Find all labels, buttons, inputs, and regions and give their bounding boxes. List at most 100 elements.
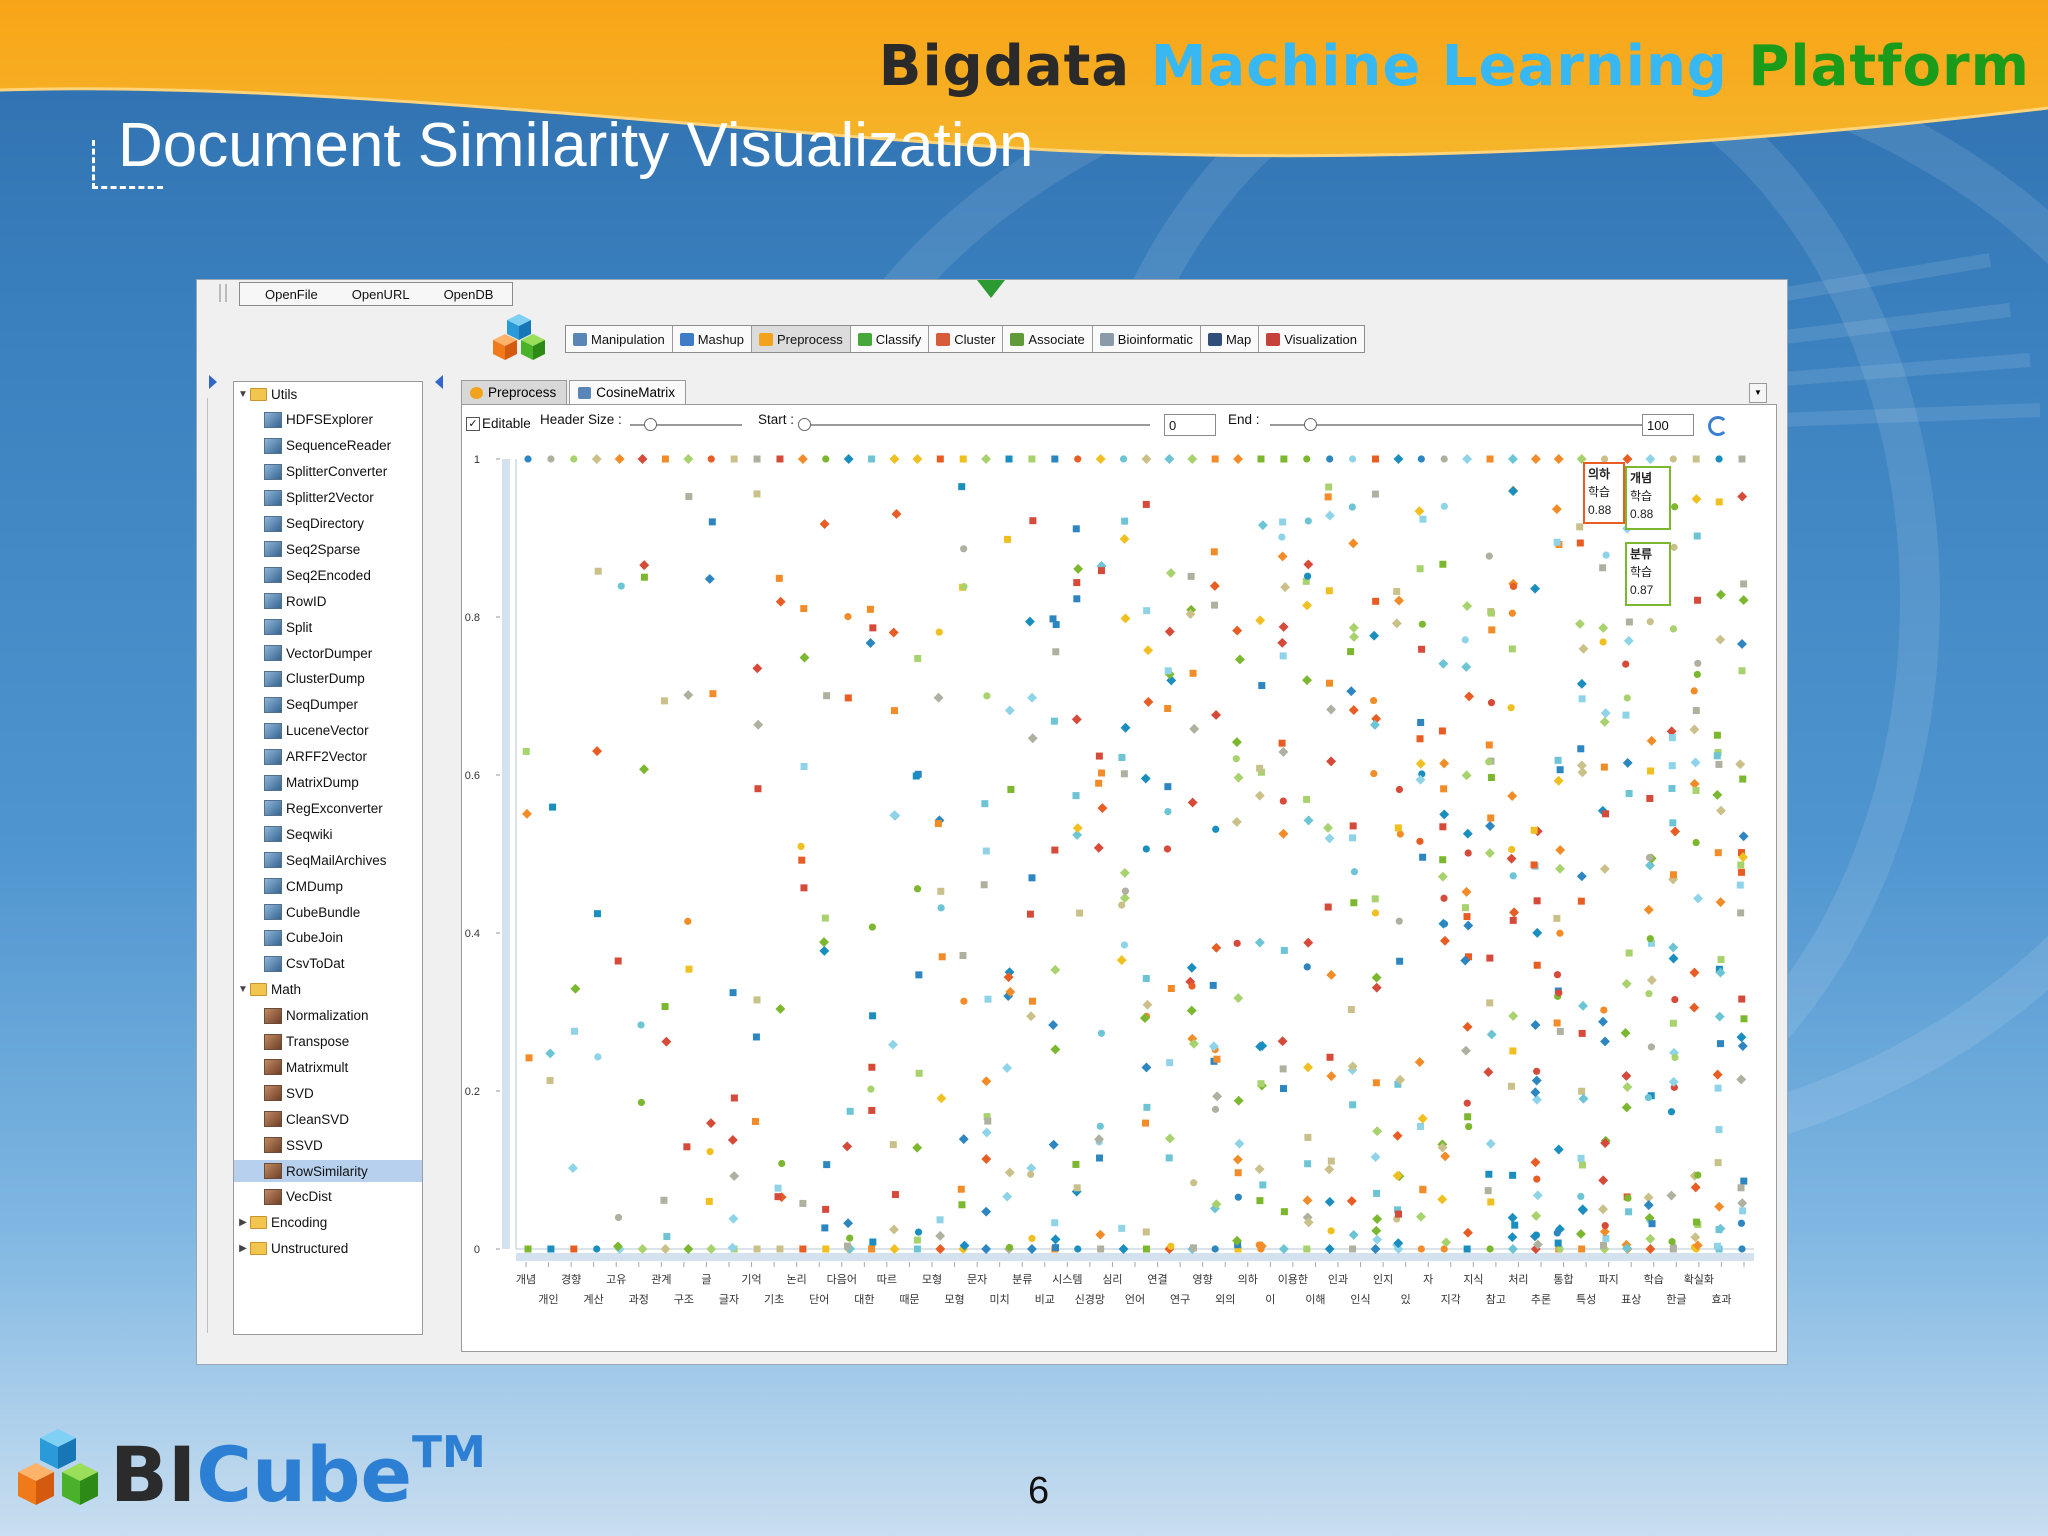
- data-point[interactable]: [1324, 833, 1335, 844]
- data-point[interactable]: [1438, 658, 1449, 669]
- data-point[interactable]: [1555, 845, 1566, 855]
- data-point[interactable]: [868, 923, 876, 931]
- data-point[interactable]: [1027, 1170, 1035, 1178]
- data-point[interactable]: [1669, 819, 1677, 827]
- data-point[interactable]: [957, 1185, 965, 1193]
- data-point[interactable]: [1349, 632, 1359, 642]
- data-point[interactable]: [960, 545, 968, 553]
- data-point[interactable]: [935, 1230, 946, 1241]
- data-point[interactable]: [984, 1117, 992, 1125]
- data-point[interactable]: [1738, 595, 1749, 606]
- data-point[interactable]: [914, 1228, 923, 1236]
- data-point[interactable]: [1740, 1177, 1748, 1185]
- data-point[interactable]: [1097, 1245, 1105, 1253]
- data-point[interactable]: [663, 1233, 671, 1241]
- data-point[interactable]: [1554, 756, 1562, 764]
- data-point[interactable]: [913, 885, 922, 893]
- data-point[interactable]: [1210, 548, 1218, 556]
- data-point[interactable]: [1577, 745, 1585, 753]
- data-point[interactable]: [1026, 1011, 1036, 1022]
- data-point[interactable]: [1623, 694, 1631, 702]
- data-point[interactable]: [640, 573, 648, 581]
- data-point[interactable]: [1277, 637, 1288, 648]
- data-point[interactable]: [1120, 941, 1129, 949]
- toolbar-cluster-button[interactable]: Cluster: [929, 326, 1004, 352]
- data-point[interactable]: [1690, 687, 1698, 695]
- tree-item-csvtodat[interactable]: CsvToDat: [234, 953, 422, 975]
- toolbar-map-button[interactable]: Map: [1201, 326, 1260, 352]
- data-point[interactable]: [1326, 679, 1333, 687]
- tree-item-cmdump[interactable]: CMDump: [234, 875, 422, 897]
- toolbar-associate-button[interactable]: Associate: [1003, 326, 1093, 352]
- data-point[interactable]: [844, 613, 852, 621]
- data-point[interactable]: [1576, 678, 1587, 689]
- data-point[interactable]: [1027, 692, 1038, 703]
- data-point[interactable]: [823, 692, 831, 700]
- data-point[interactable]: [1533, 1067, 1541, 1075]
- data-point[interactable]: [614, 454, 625, 464]
- data-point[interactable]: [888, 627, 899, 638]
- data-point[interactable]: [1166, 1059, 1174, 1067]
- data-point[interactable]: [1349, 1245, 1357, 1253]
- data-point[interactable]: [1324, 1244, 1335, 1254]
- data-point[interactable]: [1487, 699, 1496, 707]
- data-point[interactable]: [1349, 455, 1357, 463]
- data-point[interactable]: [775, 596, 786, 607]
- data-point[interactable]: [1140, 773, 1151, 784]
- data-point[interactable]: [1395, 1210, 1403, 1218]
- tree-item-ssvd[interactable]: SSVD: [234, 1134, 422, 1156]
- data-point[interactable]: [1280, 582, 1291, 593]
- data-point[interactable]: [524, 1245, 532, 1253]
- data-point[interactable]: [1553, 775, 1564, 786]
- data-point[interactable]: [614, 957, 622, 965]
- data-point[interactable]: [1002, 1191, 1013, 1202]
- data-point[interactable]: [1578, 1087, 1586, 1095]
- data-point[interactable]: [1740, 580, 1748, 588]
- data-point[interactable]: [1693, 893, 1704, 904]
- data-point[interactable]: [1714, 1159, 1722, 1167]
- data-point[interactable]: [981, 1244, 992, 1254]
- data-point[interactable]: [1551, 504, 1562, 515]
- data-point[interactable]: [1212, 825, 1220, 833]
- data-point[interactable]: [1164, 807, 1172, 816]
- data-point[interactable]: [1737, 491, 1748, 502]
- data-point[interactable]: [1440, 502, 1449, 510]
- data-point[interactable]: [1346, 686, 1357, 697]
- data-point[interactable]: [752, 1033, 760, 1041]
- data-point[interactable]: [1073, 563, 1084, 574]
- data-point[interactable]: [729, 989, 737, 997]
- data-point[interactable]: [1735, 759, 1746, 770]
- data-point[interactable]: [1372, 1234, 1383, 1245]
- data-point[interactable]: [1461, 661, 1472, 672]
- tree-item-transpose[interactable]: Transpose: [234, 1031, 422, 1053]
- data-point[interactable]: [1553, 1144, 1564, 1155]
- data-point[interactable]: [1141, 454, 1152, 464]
- data-point[interactable]: [1119, 533, 1130, 544]
- data-point[interactable]: [1304, 1160, 1312, 1168]
- data-point[interactable]: [1098, 769, 1106, 777]
- data-point[interactable]: [1577, 1154, 1585, 1162]
- data-point[interactable]: [1645, 454, 1656, 464]
- data-point[interactable]: [1531, 1075, 1542, 1086]
- data-point[interactable]: [1715, 498, 1723, 506]
- data-point[interactable]: [888, 1039, 898, 1050]
- data-point[interactable]: [1689, 724, 1700, 735]
- data-point[interactable]: [1440, 935, 1450, 946]
- data-point[interactable]: [1666, 1190, 1677, 1201]
- data-point[interactable]: [1509, 1171, 1517, 1179]
- data-point[interactable]: [1621, 1102, 1632, 1113]
- data-point[interactable]: [1392, 1130, 1403, 1141]
- data-point[interactable]: [1486, 455, 1494, 463]
- data-point[interactable]: [1326, 704, 1337, 715]
- data-point[interactable]: [1211, 942, 1222, 953]
- data-point[interactable]: [889, 1224, 899, 1235]
- data-point[interactable]: [1508, 645, 1516, 653]
- data-point[interactable]: [1645, 1244, 1656, 1254]
- data-point[interactable]: [1462, 601, 1473, 611]
- data-point[interactable]: [707, 455, 715, 463]
- data-point[interactable]: [1694, 659, 1702, 667]
- data-point[interactable]: [1578, 1029, 1586, 1037]
- data-point[interactable]: [1714, 849, 1722, 857]
- data-point[interactable]: [867, 1085, 875, 1093]
- data-point[interactable]: [1598, 1016, 1608, 1027]
